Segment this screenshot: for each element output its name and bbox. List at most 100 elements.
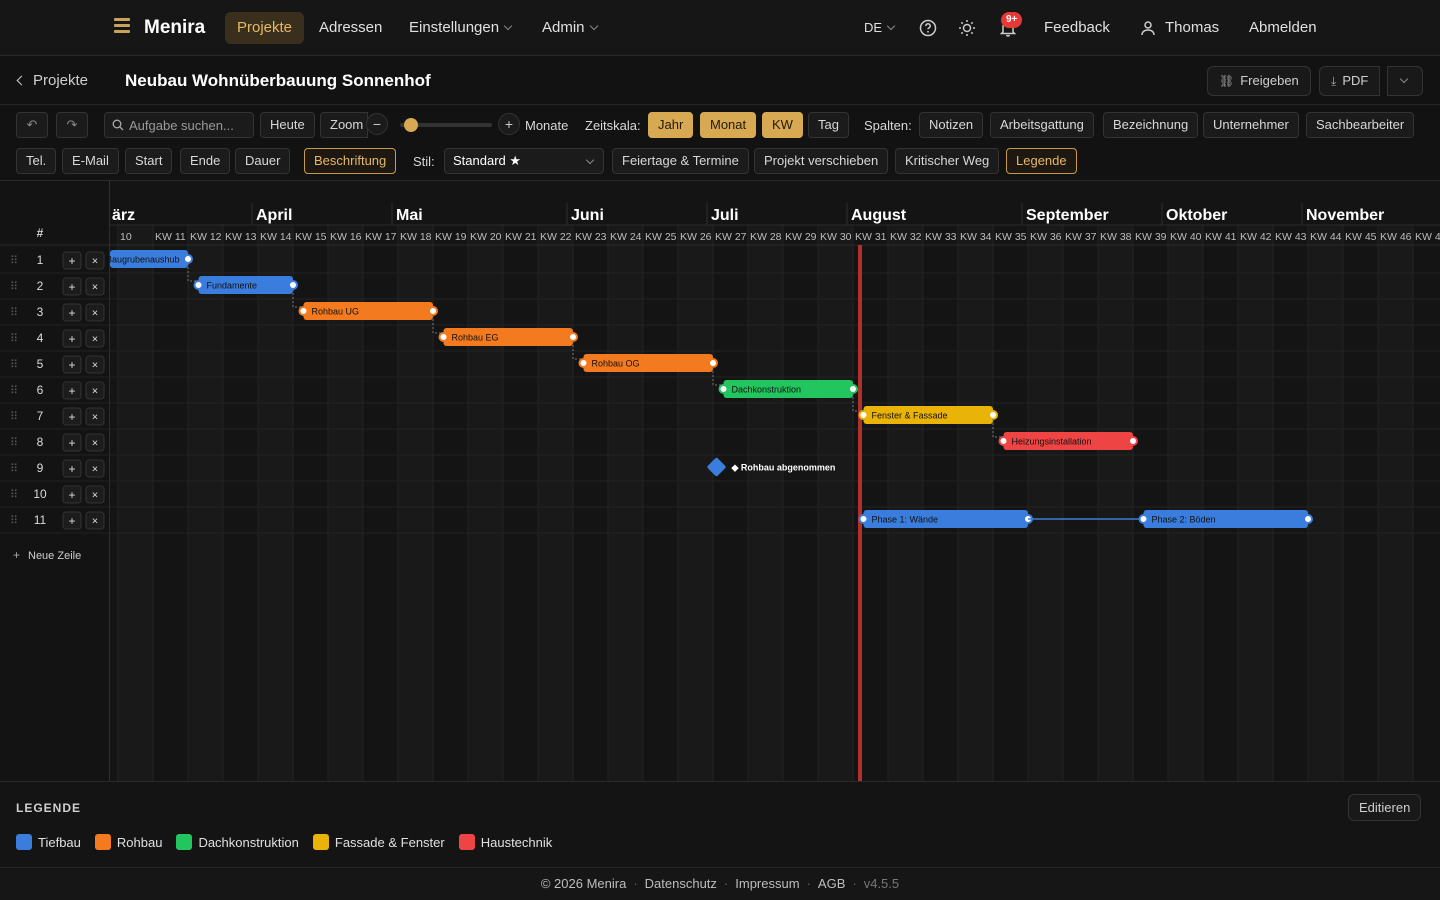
bar-start-handle[interactable] bbox=[193, 280, 204, 290]
today-line bbox=[858, 245, 862, 781]
zoom-out-button[interactable]: − bbox=[366, 113, 388, 135]
logout-link[interactable]: Abmelden bbox=[1249, 12, 1317, 44]
privacy-link[interactable]: Datenschutz bbox=[645, 876, 717, 891]
week-label: KW 25 bbox=[645, 231, 677, 243]
bar-start-handle[interactable] bbox=[998, 436, 1009, 446]
close-icon: × bbox=[92, 438, 98, 450]
legend-edit-button[interactable]: Editieren bbox=[1348, 794, 1422, 821]
nav-admin[interactable]: Admin bbox=[530, 12, 609, 44]
bar-start-handle[interactable] bbox=[858, 410, 869, 420]
new-row-button[interactable]: Neue Zeile bbox=[28, 550, 81, 562]
bar-start-handle[interactable] bbox=[718, 384, 729, 394]
task-search[interactable]: Aufgabe suchen... bbox=[104, 112, 254, 138]
legend-swatch bbox=[176, 834, 193, 850]
bar-end-handle[interactable] bbox=[183, 254, 193, 264]
nav-einstellungen[interactable]: Einstellungen bbox=[397, 12, 523, 44]
critical-path-button[interactable]: Kritischer Weg bbox=[895, 148, 1000, 174]
col-start[interactable]: Start bbox=[125, 148, 173, 174]
col-sachbearbeiter[interactable]: Sachbearbeiter bbox=[1306, 112, 1415, 138]
share-button[interactable]: ⛓ Freigeben bbox=[1207, 66, 1311, 96]
nav-projekte[interactable]: Projekte bbox=[225, 12, 305, 44]
week-label: KW 34 bbox=[960, 231, 992, 243]
legend-swatch bbox=[458, 834, 475, 850]
drag-handle-icon[interactable]: ⠿ bbox=[10, 488, 18, 501]
month-label: April bbox=[256, 207, 292, 224]
terms-link[interactable]: AGB bbox=[818, 876, 845, 891]
week-label: KW 21 bbox=[505, 231, 537, 243]
bar-end-handle[interactable] bbox=[288, 280, 298, 290]
col-tel[interactable]: Tel. bbox=[16, 148, 57, 174]
task-bar-label: Rohbau OG bbox=[592, 359, 640, 369]
theme-toggle-icon[interactable] bbox=[958, 19, 976, 37]
drag-handle-icon[interactable]: ⠿ bbox=[10, 280, 18, 293]
close-icon: × bbox=[92, 360, 98, 372]
bar-end-handle[interactable] bbox=[988, 410, 998, 420]
drag-handle-icon[interactable]: ⠿ bbox=[10, 462, 18, 475]
col-bezeichnung[interactable]: Bezeichnung bbox=[1103, 112, 1199, 138]
bar-end-handle[interactable] bbox=[848, 384, 858, 394]
pdf-options-button[interactable] bbox=[1387, 66, 1423, 96]
help-icon[interactable] bbox=[919, 19, 937, 37]
drag-handle-icon[interactable]: ⠿ bbox=[10, 410, 18, 423]
brand-name[interactable]: Menira bbox=[144, 17, 205, 39]
pdf-button[interactable]: ⤓ PDF bbox=[1319, 66, 1381, 96]
scale-day[interactable]: Tag bbox=[808, 112, 849, 138]
imprint-link[interactable]: Impressum bbox=[735, 876, 799, 891]
col-notizen[interactable]: Notizen bbox=[919, 112, 984, 138]
user-menu[interactable]: Thomas bbox=[1165, 12, 1219, 44]
legend-toggle[interactable]: Legende bbox=[1006, 148, 1077, 174]
bar-end-handle[interactable] bbox=[1303, 514, 1313, 524]
drag-handle-icon[interactable]: ⠿ bbox=[10, 384, 18, 397]
bar-start-handle[interactable] bbox=[578, 358, 589, 368]
bar-start-handle[interactable] bbox=[858, 514, 869, 524]
drag-handle-icon[interactable]: ⠿ bbox=[10, 436, 18, 449]
col-end[interactable]: Ende bbox=[180, 148, 231, 174]
zoom-in-button[interactable]: + bbox=[498, 113, 520, 135]
week-stripe bbox=[188, 225, 223, 781]
scale-week[interactable]: KW bbox=[762, 112, 803, 138]
close-icon: × bbox=[92, 516, 98, 528]
col-duration[interactable]: Dauer bbox=[235, 148, 291, 174]
scale-month[interactable]: Monat bbox=[700, 112, 757, 138]
drag-handle-icon[interactable]: ⠿ bbox=[10, 306, 18, 319]
bar-end-handle[interactable] bbox=[428, 306, 438, 316]
drag-handle-icon[interactable]: ⠿ bbox=[10, 358, 18, 371]
scale-year[interactable]: Jahr bbox=[648, 112, 694, 138]
col-unternehmer[interactable]: Unternehmer bbox=[1203, 112, 1299, 138]
move-project-button[interactable]: Projekt verschieben bbox=[754, 148, 889, 174]
style-select[interactable]: Standard ★ bbox=[444, 148, 604, 174]
row-number: 7 bbox=[37, 409, 44, 423]
week-label: KW 46 bbox=[1380, 231, 1412, 243]
back-link[interactable]: Projekte bbox=[16, 72, 88, 89]
drag-handle-icon[interactable]: ⠿ bbox=[10, 514, 18, 527]
bar-end-handle[interactable] bbox=[568, 332, 578, 342]
plus-icon: + bbox=[68, 384, 75, 398]
bar-start-handle[interactable] bbox=[438, 332, 449, 342]
col-arbeitsgattung[interactable]: Arbeitsgattung bbox=[990, 112, 1094, 138]
row-number: 4 bbox=[37, 331, 44, 345]
bar-start-handle[interactable] bbox=[298, 306, 309, 316]
week-stripe bbox=[1098, 225, 1133, 781]
bar-end-handle[interactable] bbox=[1128, 436, 1138, 446]
nav-adressen[interactable]: Adressen bbox=[307, 12, 394, 44]
row-number: 9 bbox=[37, 461, 44, 475]
holidays-button[interactable]: Feiertage & Termine bbox=[612, 148, 749, 174]
task-bar-label: Rohbau EG bbox=[452, 333, 499, 343]
undo-button[interactable]: ↶ bbox=[16, 112, 48, 138]
labeling-toggle[interactable]: Beschriftung bbox=[304, 148, 397, 174]
row-number: 8 bbox=[37, 435, 44, 449]
bar-end-handle[interactable] bbox=[708, 358, 718, 368]
row-number: 3 bbox=[37, 305, 44, 319]
task-bar-label: Phase 1: Wände bbox=[872, 515, 939, 525]
zoom-slider-handle[interactable] bbox=[403, 118, 418, 132]
zoom-slider[interactable] bbox=[400, 118, 492, 132]
redo-button[interactable]: ↷ bbox=[56, 112, 88, 138]
drag-handle-icon[interactable]: ⠿ bbox=[10, 254, 18, 267]
today-button[interactable]: Heute bbox=[260, 112, 315, 138]
col-email[interactable]: E-Mail bbox=[62, 148, 119, 174]
feedback-link[interactable]: Feedback bbox=[1044, 12, 1110, 44]
bar-start-handle[interactable] bbox=[1138, 514, 1149, 524]
language-select[interactable]: DE bbox=[864, 12, 896, 44]
copyright: © 2026 Menira bbox=[540, 876, 627, 891]
drag-handle-icon[interactable]: ⠿ bbox=[10, 332, 18, 345]
